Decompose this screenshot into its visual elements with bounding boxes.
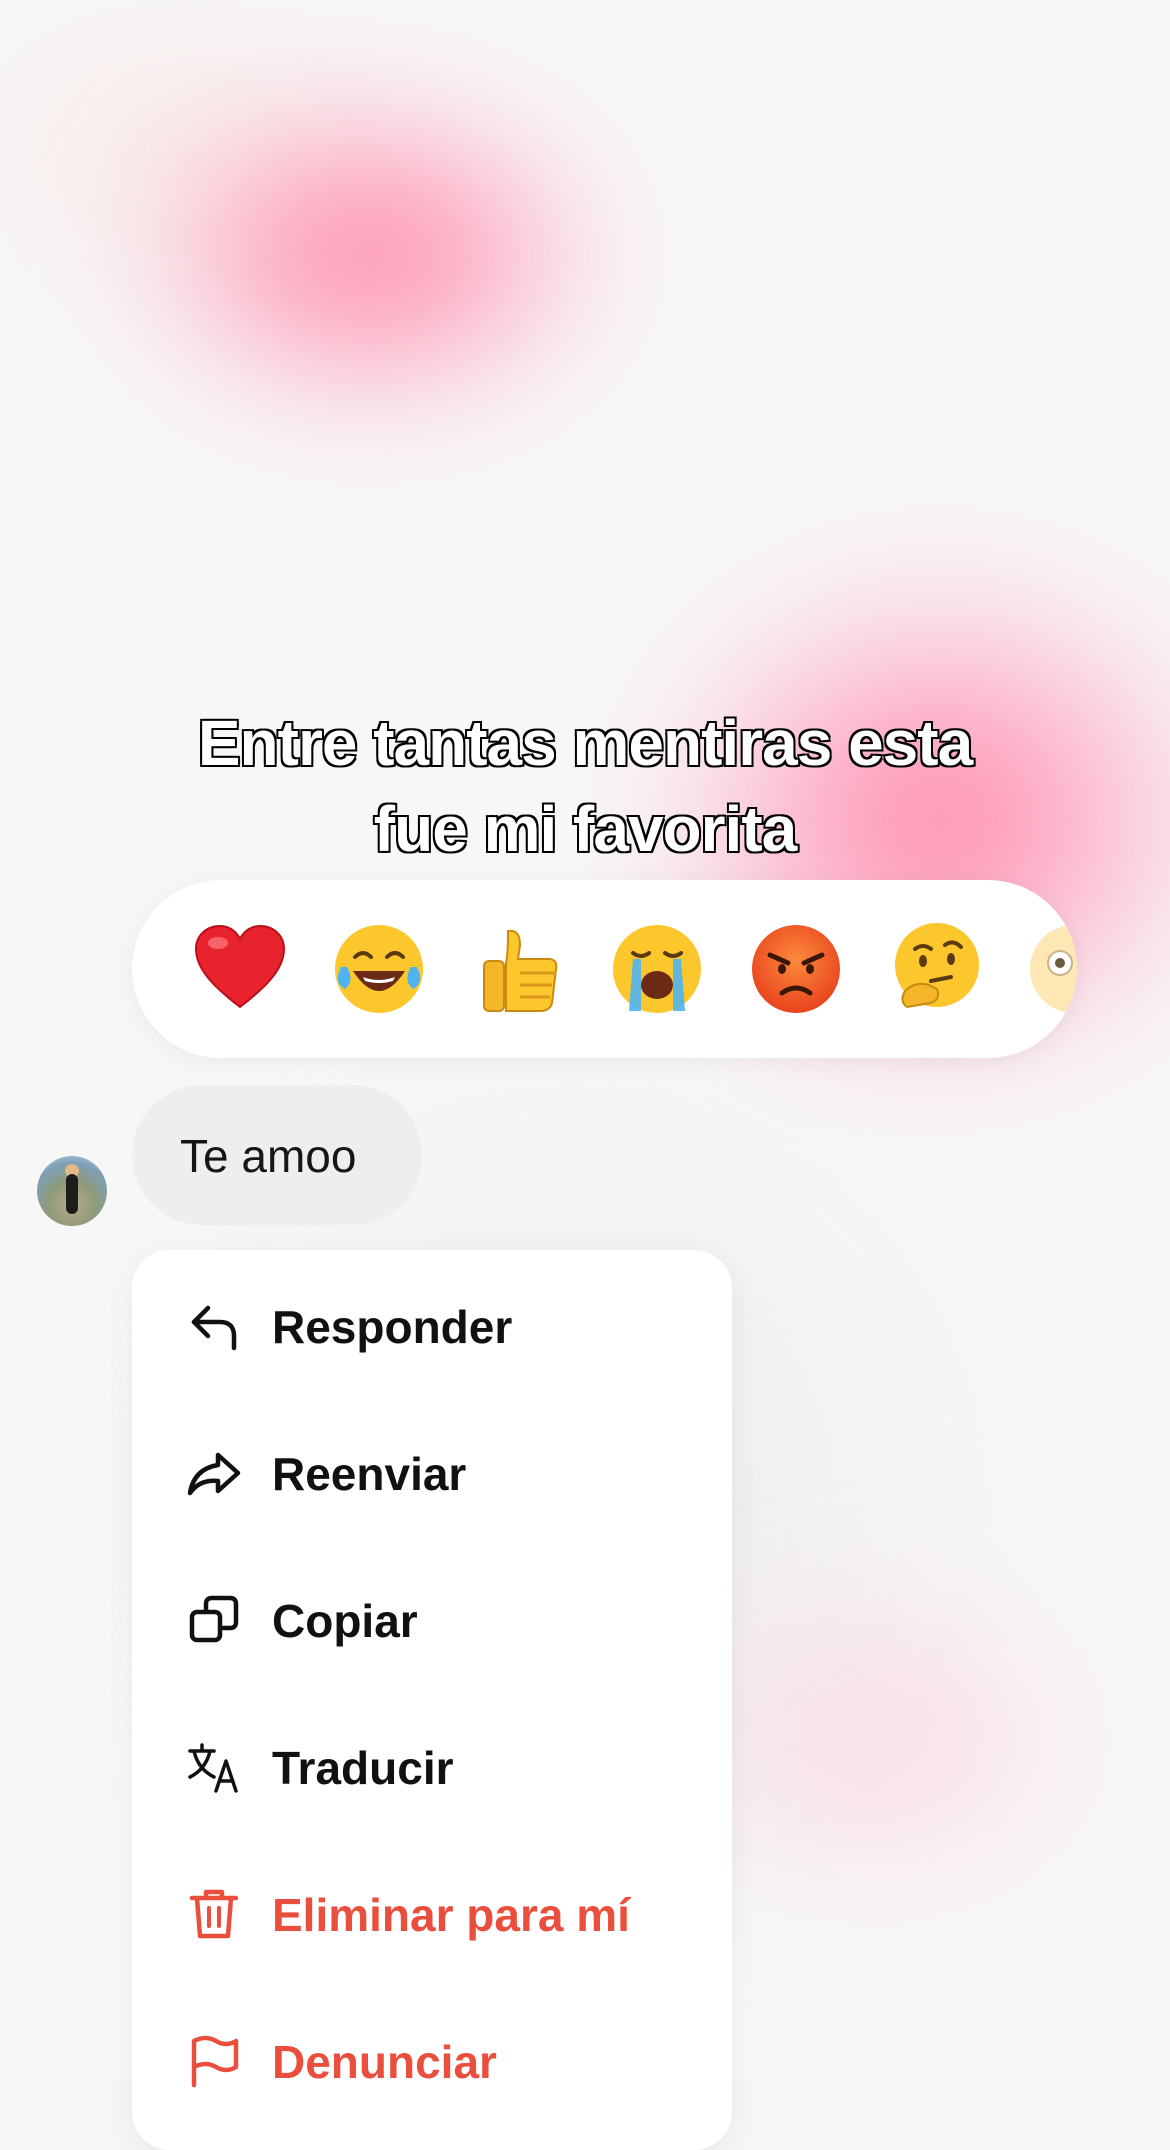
message-text: Te amoo (180, 1130, 357, 1182)
background-blob (120, 90, 620, 420)
menu-item-copy[interactable]: Copiar (132, 1544, 732, 1691)
menu-item-label: Copiar (272, 1595, 418, 1647)
crying-icon (613, 925, 701, 1013)
menu-item-label: Denunciar (272, 2036, 497, 2088)
thumbs-up-icon (483, 929, 558, 1012)
menu-item-label: Reenviar (272, 1448, 467, 1500)
forward-icon (187, 1452, 241, 1496)
reaction-surprised[interactable] (1024, 919, 1077, 1019)
caption-line-1: Entre tantas mentiras esta (196, 706, 974, 781)
angry-icon (752, 925, 840, 1013)
menu-item-label: Responder (272, 1301, 513, 1353)
surprised-icon (1030, 925, 1077, 1013)
reaction-angry[interactable] (746, 919, 846, 1019)
reaction-thinking[interactable] (885, 919, 985, 1019)
reaction-thumbs-up[interactable] (468, 919, 568, 1019)
copy-icon (189, 1595, 239, 1643)
heart-icon (194, 924, 286, 1009)
flag-icon (191, 2035, 239, 2088)
menu-item-delete-for-me[interactable]: Eliminar para mí (132, 1838, 732, 1985)
menu-item-translate[interactable]: Traducir (132, 1691, 732, 1838)
menu-item-report[interactable]: Denunciar (132, 1985, 732, 2132)
reaction-crying[interactable] (607, 919, 707, 1019)
reaction-tears-of-joy[interactable] (329, 919, 429, 1019)
menu-item-label: Traducir (272, 1742, 454, 1794)
message-context-menu: Responder Reenviar Copiar Traducir Elimi… (132, 1250, 732, 2150)
menu-item-label: Eliminar para mí (272, 1889, 630, 1941)
trash-icon (189, 1889, 239, 1939)
tears-of-joy-icon (335, 925, 423, 1013)
thinking-icon (895, 923, 979, 1009)
avatar-person-body (66, 1174, 78, 1214)
menu-item-reply[interactable]: Responder (132, 1250, 732, 1397)
reaction-heart[interactable] (190, 919, 290, 1019)
caption-line-2: fue mi favorita (372, 792, 798, 867)
video-caption: Entre tantas mentiras esta fue mi favori… (0, 700, 1170, 872)
reply-icon (191, 1305, 237, 1351)
message-bubble[interactable]: Te amoo (132, 1085, 422, 1225)
reaction-bar (132, 880, 1077, 1058)
avatar[interactable] (37, 1156, 107, 1226)
menu-item-forward[interactable]: Reenviar (132, 1397, 732, 1544)
translate-icon (188, 1743, 238, 1793)
